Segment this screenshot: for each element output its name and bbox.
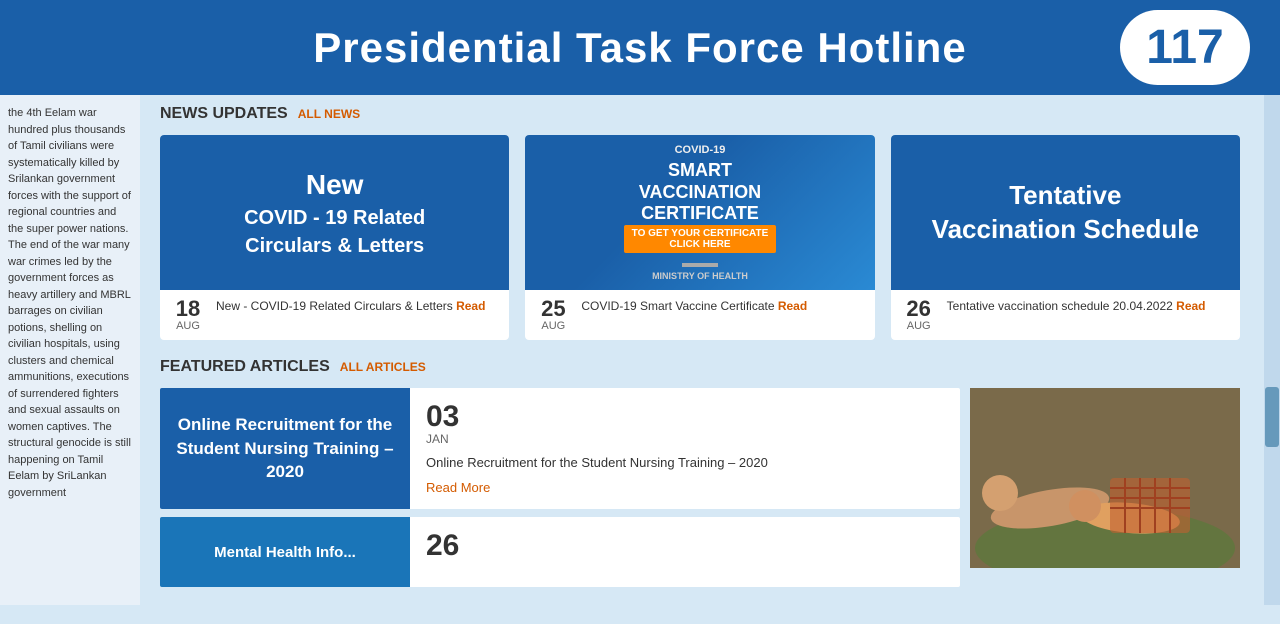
news-card-2: COVID-19 SMARTVACCINATIONCERTIFICATE TO …	[525, 135, 874, 340]
news-card-2-desc: COVID-19 Smart Vaccine Certificate Read	[581, 298, 807, 315]
news-card-3-date-month: AUG	[901, 320, 937, 332]
featured-right-image	[970, 388, 1240, 568]
news-card-1-meta: 18 AUG New - COVID-19 Related Circulars …	[160, 290, 509, 340]
sidebar: the 4th Eelam war hundred plus thousands…	[0, 95, 140, 605]
news-card-3-date: 26 AUG	[901, 298, 937, 332]
news-card-3: TentativeVaccination Schedule 26 AUG Ten…	[891, 135, 1240, 340]
news-card-2-date-num: 25	[535, 298, 571, 320]
news-section-header: NEWS UPDATES ALL NEWS	[160, 105, 1240, 123]
header-title: Presidential Task Force Hotline	[160, 24, 1120, 72]
featured-section: FEATURED ARTICLES ALL ARTICLES Online Re…	[160, 358, 1240, 595]
featured-card-2: Mental Health Info... 26	[160, 517, 960, 587]
card1-body-text: COVID - 19 RelatedCirculars & Letters	[244, 207, 425, 257]
scrollbar-track[interactable]	[1264, 95, 1280, 605]
covid-cert-title: COVID-19	[675, 144, 726, 156]
news-card-1: New COVID - 19 RelatedCirculars & Letter…	[160, 135, 509, 340]
featured-card-1-date-num: 03	[426, 402, 944, 432]
news-card-2-image: COVID-19 SMARTVACCINATIONCERTIFICATE TO …	[525, 135, 874, 290]
news-card-1-date: 18 AUG	[170, 298, 206, 332]
main-content: NEWS UPDATES ALL NEWS New COVID - 19 Rel…	[140, 95, 1260, 605]
covid-cert-sub: SMARTVACCINATIONCERTIFICATE	[639, 160, 761, 225]
news-card-2-date: 25 AUG	[535, 298, 571, 332]
qr-code	[682, 263, 718, 267]
news-card-1-date-num: 18	[170, 298, 206, 320]
featured-card-1-date-month: JAN	[426, 432, 944, 446]
header: Presidential Task Force Hotline 117	[0, 0, 1280, 95]
scrollbar-thumb[interactable]	[1265, 387, 1279, 447]
featured-image-svg	[970, 388, 1240, 568]
featured-all-link[interactable]: ALL ARTICLES	[340, 360, 426, 374]
news-card-3-desc: Tentative vaccination schedule 20.04.202…	[947, 298, 1206, 315]
news-section-title: NEWS UPDATES	[160, 105, 288, 123]
featured-card-1-content: 03 JAN Online Recruitment for the Studen…	[410, 388, 960, 509]
featured-card-2-banner-text: Mental Health Info...	[214, 542, 356, 563]
card3-text: TentativeVaccination Schedule	[932, 179, 1199, 247]
covid-cert-inner: COVID-19 SMARTVACCINATIONCERTIFICATE TO …	[535, 145, 864, 280]
news-card-2-date-month: AUG	[535, 320, 571, 332]
news-card-3-meta: 26 AUG Tentative vaccination schedule 20…	[891, 290, 1240, 340]
news-all-link[interactable]: ALL NEWS	[298, 107, 360, 121]
news-card-1-date-month: AUG	[170, 320, 206, 332]
featured-articles-list: Online Recruitment for the Student Nursi…	[160, 388, 960, 595]
featured-section-header: FEATURED ARTICLES ALL ARTICLES	[160, 358, 1240, 376]
news-card-1-read-link[interactable]: Read	[456, 299, 485, 313]
news-card-2-meta: 25 AUG COVID-19 Smart Vaccine Certificat…	[525, 290, 874, 340]
featured-section-title: FEATURED ARTICLES	[160, 358, 330, 376]
featured-right-image-container	[970, 388, 1240, 595]
sidebar-text: the 4th Eelam war hundred plus thousands…	[8, 105, 132, 501]
featured-card-1: Online Recruitment for the Student Nursi…	[160, 388, 960, 509]
news-grid: New COVID - 19 RelatedCirculars & Letter…	[160, 135, 1240, 340]
news-card-2-read-link[interactable]: Read	[778, 299, 807, 313]
news-card-1-desc: New - COVID-19 Related Circulars & Lette…	[216, 298, 485, 315]
featured-card-1-desc: Online Recruitment for the Student Nursi…	[426, 454, 944, 472]
news-card-3-read-link[interactable]: Read	[1176, 299, 1205, 313]
featured-card-2-content: 26	[410, 517, 960, 587]
news-card-3-image: TentativeVaccination Schedule	[891, 135, 1240, 290]
card1-new-text: New	[244, 165, 425, 204]
featured-card-1-banner: Online Recruitment for the Student Nursi…	[160, 388, 410, 509]
featured-card-2-banner: Mental Health Info...	[160, 517, 410, 587]
covid-cert-footer: MINISTRY OF HEALTH	[652, 271, 748, 281]
page-body: the 4th Eelam war hundred plus thousands…	[0, 95, 1280, 605]
featured-card-1-readmore[interactable]: Read More	[426, 480, 490, 495]
news-card-3-date-num: 26	[901, 298, 937, 320]
news-card-1-image: New COVID - 19 RelatedCirculars & Letter…	[160, 135, 509, 290]
covid-cert-badge: TO GET YOUR CERTIFICATECLICK HERE	[624, 225, 777, 253]
featured-card-2-date-num: 26	[426, 531, 944, 561]
featured-grid: Online Recruitment for the Student Nursi…	[160, 388, 1240, 595]
hotline-number: 117	[1120, 10, 1250, 85]
